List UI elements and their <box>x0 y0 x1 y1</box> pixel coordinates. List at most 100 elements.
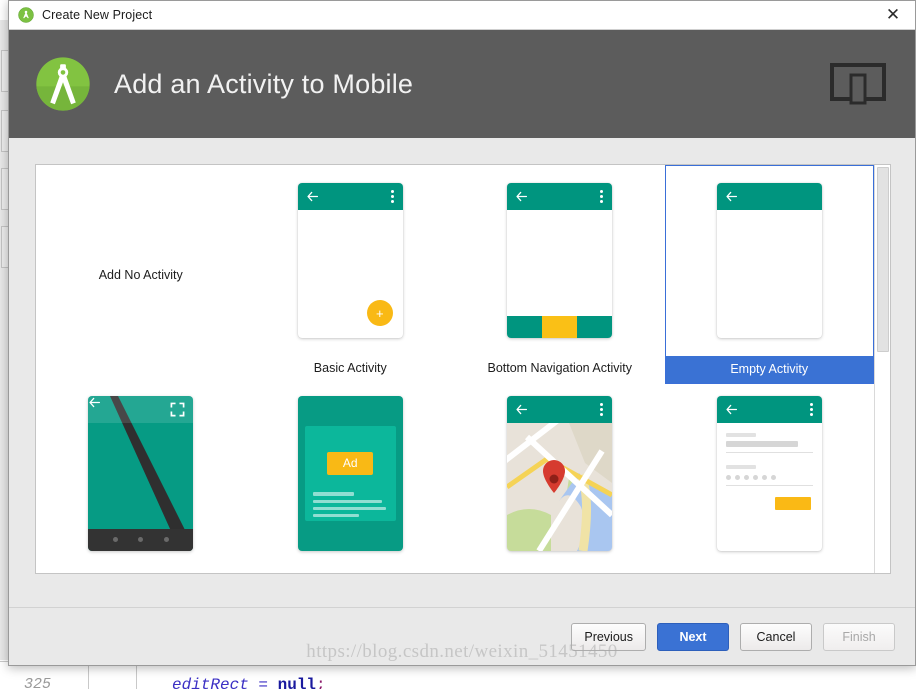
bottom-nav-item-3 <box>577 316 613 338</box>
phone-mock-maps <box>507 395 613 551</box>
username-hint-placeholder <box>725 432 756 437</box>
appbar <box>507 395 613 423</box>
back-arrow-icon <box>306 190 319 203</box>
fullscreen-expand-icon <box>170 402 185 422</box>
template-thumbnail-login <box>665 384 875 562</box>
appbar <box>88 395 194 423</box>
back-arrow-icon <box>515 190 528 203</box>
system-navigation-bar <box>88 528 194 551</box>
nav-dot-3 <box>163 537 169 542</box>
overflow-menu-icon <box>600 190 604 203</box>
ide-code-keyword: null <box>277 676 317 689</box>
map-preview <box>507 422 613 551</box>
nav-dot-1 <box>112 537 118 542</box>
android-studio-logo <box>34 55 92 113</box>
dialog-title: Create New Project <box>42 8 153 22</box>
ide-code-operator: = <box>248 676 278 689</box>
template-label-admob-ads-activity <box>246 562 456 573</box>
vertical-scrollbar[interactable] <box>874 165 890 573</box>
previous-button[interactable]: Previous <box>571 622 646 651</box>
phone-mock-login <box>716 395 822 551</box>
template-label-bottom-navigation-activity: Bottom Navigation Activity <box>487 361 632 375</box>
template-bottom-navigation-activity[interactable]: Bottom Navigation Activity <box>455 165 665 384</box>
appbar <box>716 183 822 210</box>
template-thumbnail-bottom-nav <box>455 165 665 356</box>
ide-code-semicolon: ; <box>316 676 326 689</box>
phone-mock-admob: Ad <box>297 395 403 551</box>
next-button[interactable]: Next <box>657 622 729 651</box>
cancel-button[interactable]: Cancel <box>740 622 812 651</box>
text-line-1 <box>312 491 354 496</box>
text-line-4 <box>312 513 360 517</box>
floating-action-button-icon: + <box>366 300 393 326</box>
appbar <box>507 183 613 210</box>
overflow-menu-icon <box>600 402 604 416</box>
template-label-add-no-activity: Add No Activity <box>98 267 183 282</box>
bottom-nav-item-2-active <box>542 316 578 338</box>
username-value-placeholder <box>725 440 798 447</box>
phone-mock-bottom-nav <box>507 183 613 338</box>
activity-template-panel: Add No Activity + Basic Activity Bottom … <box>35 164 891 574</box>
template-thumbnail-maps <box>455 384 665 562</box>
overflow-menu-icon <box>390 190 394 203</box>
activity-template-scroll-area: Add No Activity + Basic Activity Bottom … <box>36 165 874 573</box>
template-admob-ads-activity[interactable]: Ad <box>246 384 456 573</box>
template-add-no-activity[interactable]: Add No Activity <box>36 165 246 384</box>
text-line-2 <box>312 499 382 503</box>
dialog-body: Add No Activity + Basic Activity Bottom … <box>9 138 915 607</box>
nav-dot-2 <box>138 537 144 542</box>
ide-gutter-divider-2 <box>136 663 137 689</box>
ide-code-identifier: editRect <box>172 676 249 689</box>
password-underline <box>725 484 813 486</box>
phone-mock-fullscreen <box>88 395 194 551</box>
template-label-basic-activity: Basic Activity <box>313 361 387 375</box>
sign-in-button-placeholder <box>774 496 811 510</box>
ide-line-number: 325 <box>24 676 52 689</box>
ide-gutter-divider-1 <box>88 663 89 689</box>
activity-template-grid: Add No Activity + Basic Activity Bottom … <box>36 165 874 573</box>
android-studio-icon <box>18 7 34 23</box>
template-fullscreen-activity[interactable] <box>36 384 246 573</box>
dialog-titlebar: Create New Project ✕ <box>9 1 915 30</box>
template-thumbnail-basic: + <box>246 165 456 356</box>
template-label-google-maps-activity <box>455 562 665 573</box>
phone-mock-basic: + <box>297 183 403 338</box>
phone-mock-empty <box>716 183 822 338</box>
mobile-device-icon <box>829 61 887 107</box>
finish-button: Finish <box>823 622 895 651</box>
ad-badge: Ad <box>327 451 374 475</box>
bottom-navigation-bar <box>507 316 613 338</box>
template-label-empty-activity: Empty Activity <box>664 356 874 384</box>
template-basic-activity[interactable]: + Basic Activity <box>246 165 456 384</box>
back-arrow-icon <box>515 403 528 416</box>
back-arrow-icon <box>725 190 738 203</box>
close-icon[interactable]: ✕ <box>871 1 915 29</box>
template-thumbnail-none: Add No Activity <box>36 165 246 384</box>
password-dots-placeholder <box>725 474 813 480</box>
header-title: Add an Activity to Mobile <box>114 68 414 99</box>
vertical-scrollbar-thumb[interactable] <box>877 167 889 352</box>
appbar <box>297 183 403 210</box>
appbar <box>716 395 822 423</box>
username-underline <box>725 451 813 453</box>
dialog-footer: Previous Next Cancel Finish <box>9 607 915 665</box>
template-google-maps-activity[interactable] <box>455 384 665 573</box>
text-line-3 <box>312 506 387 510</box>
template-empty-activity[interactable]: Empty Activity <box>664 165 875 384</box>
template-login-activity[interactable] <box>665 384 875 573</box>
password-hint-placeholder <box>725 464 756 469</box>
placeholder-text-lines <box>305 491 396 521</box>
bottom-nav-item-1 <box>507 316 543 338</box>
ide-code-line: editRect = null; <box>172 676 326 689</box>
back-arrow-icon <box>725 403 738 416</box>
overflow-menu-icon <box>809 402 813 416</box>
template-label-fullscreen-activity <box>36 562 246 573</box>
template-thumbnail-fullscreen <box>36 384 246 562</box>
admob-content-area: Ad <box>304 425 396 521</box>
template-thumbnail-empty <box>665 165 875 356</box>
dialog-header: Add an Activity to Mobile <box>9 30 915 138</box>
create-new-project-dialog: Create New Project ✕ Add an Activity to … <box>8 0 916 666</box>
login-form-preview <box>717 423 822 551</box>
template-label-login-activity <box>665 562 875 573</box>
template-thumbnail-admob: Ad <box>246 384 456 562</box>
